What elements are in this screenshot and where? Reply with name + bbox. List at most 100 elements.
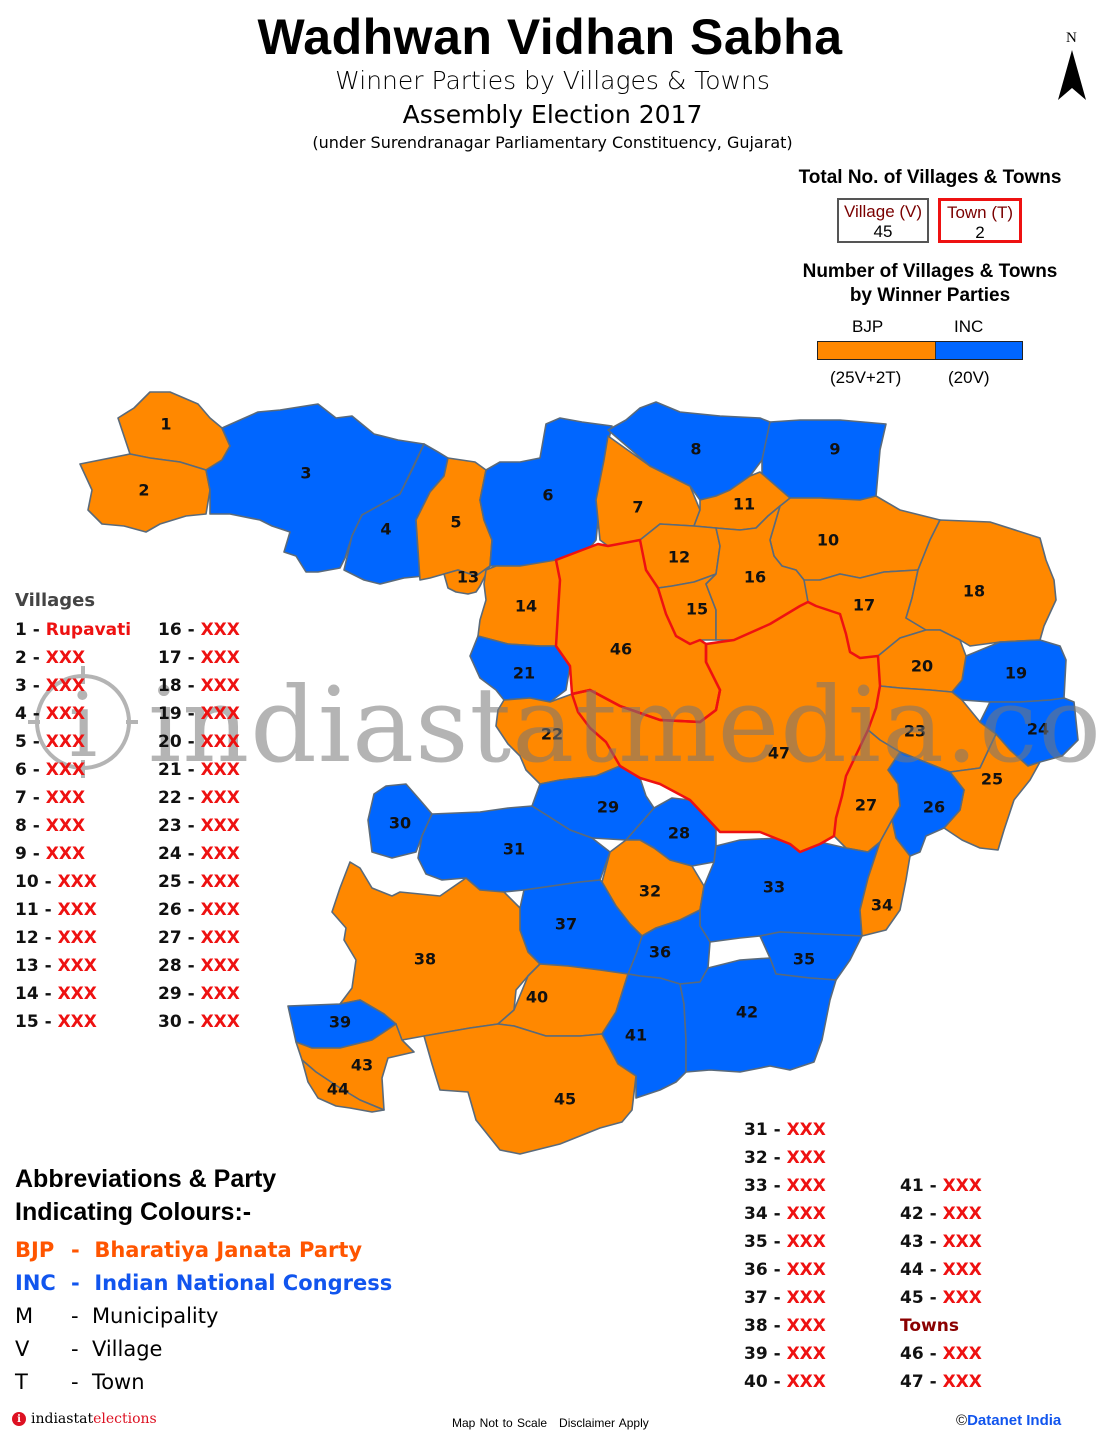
list-item: 34 - XXX [744,1200,826,1228]
abbr-v: V - Village [15,1333,392,1366]
list-item: 31 - XXX [744,1116,826,1144]
map-region-label: 18 [963,582,985,601]
map-region-label: 2 [138,481,149,500]
list-item-number: 14 - [15,984,58,1004]
list-item: 14 - XXX [15,980,131,1008]
list-item-number: 7 - [15,788,46,808]
list-item-number: 8 - [15,816,46,836]
list-item-number: 15 - [15,1012,58,1032]
list-item: 3 - XXX [15,672,131,700]
list-item-number: 31 - [744,1120,787,1140]
map-region-label: 16 [744,568,766,587]
abbr-meaning: Village [91,1337,163,1361]
abbr-bjp: BJP - Bharatiya Janata Party [15,1234,392,1267]
list-item: 33 - XXX [744,1172,826,1200]
list-item-number: 11 - [15,900,58,920]
list-item: 42 - XXX [900,1200,982,1228]
map-scale-note: Map Not to Scale [452,1416,548,1430]
map-region-label: 12 [668,548,690,567]
map-region-label: 19 [1005,664,1027,683]
list-item-name: XXX [45,760,86,780]
list-item: 28 - XXX [158,952,240,980]
map-region-label: 9 [829,440,840,459]
list-item-name: XXX [942,1260,982,1280]
list-item-name: XXX [45,816,86,836]
list-item-name: XXX [200,956,240,976]
map-region-label: 28 [668,824,690,843]
abbr-sep: - [71,1271,80,1295]
list-item: 26 - XXX [158,896,240,924]
list-item-number: 28 - [158,956,201,976]
winner-share-bar [817,341,1023,360]
list-item-number: 19 - [158,704,201,724]
list-item: 25 - XXX [158,868,240,896]
list-item-number: 34 - [744,1204,787,1224]
list-item-number: 33 - [744,1176,787,1196]
list-item-name: XXX [200,844,240,864]
constituency-context: (under Surendranagar Parliamentary Const… [312,133,793,152]
list-item-name: XXX [786,1316,826,1336]
list-item-name: XXX [942,1232,982,1252]
list-item: 30 - XXX [158,1008,240,1036]
list-item: 15 - XXX [15,1008,131,1036]
list-item: 36 - XXX [744,1256,826,1284]
list-item-number: 6 - [15,760,46,780]
list-item-name: XXX [786,1372,826,1392]
list-item-number: 42 - [900,1204,943,1224]
map-region-45 [423,1023,637,1155]
list-item-name: XXX [942,1176,982,1196]
map-region-label: 35 [793,950,815,969]
villages-heading: Villages [15,590,96,611]
abbreviations-title: Abbreviations & Party Indicating Colours… [15,1163,276,1229]
list-item: 41 - XXX [900,1172,982,1200]
totals-title: Total No. of Villages & Towns [798,167,1062,188]
list-item: 22 - XXX [158,784,240,812]
bar-segment-inc [935,342,1022,359]
north-arrow: N [1054,30,1094,102]
town-count-label: Town (T) [946,203,1014,222]
list-item: 32 - XXX [744,1144,826,1172]
towns-heading: Towns [900,1316,959,1336]
list-item-name: XXX [45,844,86,864]
north-arrow-icon [1058,50,1086,100]
list-item: 21 - XXX [158,756,240,784]
list-item: 8 - XXX [15,812,131,840]
map-region-label: 43 [351,1056,373,1075]
copyright-symbol: © [956,1412,968,1429]
list-item-name: XXX [200,760,240,780]
map-region-label: 37 [555,915,577,934]
list-item-name: XXX [786,1176,826,1196]
list-item-name: XXX [786,1260,826,1280]
list-item-number: 12 - [15,928,58,948]
list-item: 23 - XXX [158,812,240,840]
map-region-label: 40 [526,988,548,1007]
list-item-name: XXX [786,1344,826,1364]
disclaimer-note: Disclaimer Apply [559,1416,649,1430]
map-region-label: 39 [329,1013,351,1032]
list-item: 10 - XXX [15,868,131,896]
election-label: Assembly Election 2017 [402,100,703,129]
abbr-code: T [15,1370,28,1394]
list-item-name: XXX [200,648,240,668]
abbr-sep: - [71,1337,79,1361]
list-item-name: XXX [200,900,240,920]
list-item-number: 32 - [744,1148,787,1168]
map-region-label: 42 [736,1003,758,1022]
map-region-33 [699,837,881,943]
list-item: 40 - XXX [744,1368,826,1396]
abbr-meaning: Town [91,1370,145,1394]
list-item-number: 47 - [900,1372,943,1392]
bar-count-bjp: (25V+2T) [830,368,902,387]
town-count-value: 2 [975,223,985,242]
list-item: 6 - XXX [15,756,131,784]
list-item-number: 46 - [900,1344,943,1364]
list-item-name: XXX [200,984,240,1004]
list-item-name: XXX [200,1012,240,1032]
list-item: 16 - XXX [158,616,240,644]
abbr-sep: - [71,1304,79,1328]
village-count-value: 45 [873,222,893,241]
map-region-label: 46 [610,640,632,659]
map-region-label: 7 [632,498,643,517]
footer-notes: Map Not to Scale Disclaimer Apply [452,1416,661,1430]
list-item-number: 43 - [900,1232,943,1252]
